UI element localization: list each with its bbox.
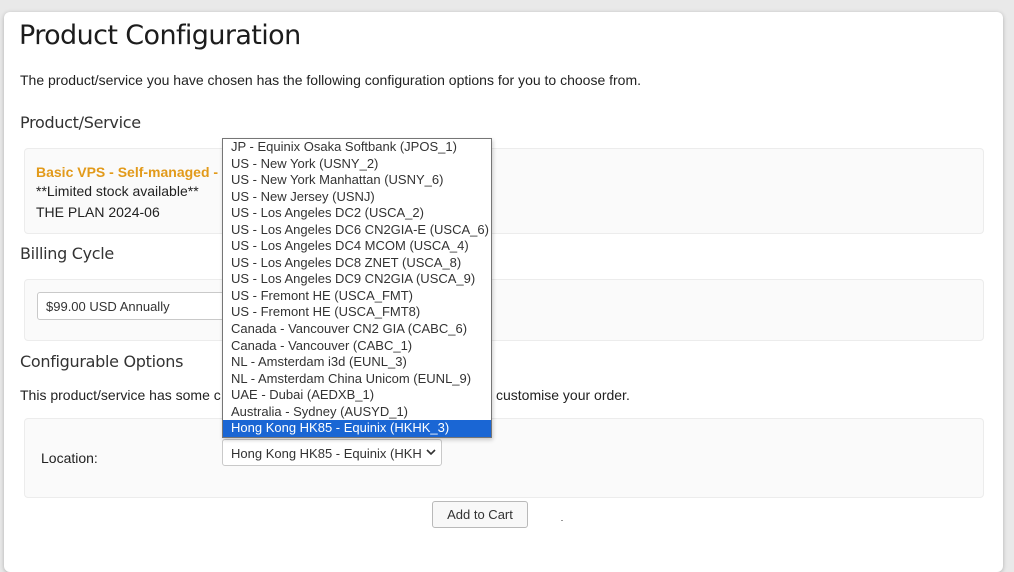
location-option[interactable]: Hong Kong HK85 - Equinix (HKHK_3) [223,420,491,437]
decorative-dot [561,520,563,521]
chevron-down-icon [426,449,436,456]
configurable-options-panel [24,418,984,498]
product-name: Basic VPS - Self-managed - [36,164,219,180]
location-option[interactable]: US - Los Angeles DC8 ZNET (USCA_8) [223,255,491,272]
location-select-value: Hong Kong HK85 - Equinix (HKH [231,446,422,461]
location-option[interactable]: US - New York (USNY_2) [223,156,491,173]
location-option[interactable]: UAE - Dubai (AEDXB_1) [223,387,491,404]
configurable-description-left: This product/service has some c [20,387,221,403]
location-option[interactable]: JP - Equinix Osaka Softbank (JPOS_1) [223,139,491,156]
configurable-options-heading: Configurable Options [20,352,184,371]
location-option[interactable]: NL - Amsterdam i3d (EUNL_3) [223,354,491,371]
product-service-heading: Product/Service [20,113,141,132]
page-title: Product Configuration [19,20,301,51]
plan-name: THE PLAN 2024-06 [36,204,160,220]
location-select[interactable]: Hong Kong HK85 - Equinix (HKH [222,439,442,466]
location-option[interactable]: US - New York Manhattan (USNY_6) [223,172,491,189]
location-option[interactable]: US - Los Angeles DC6 CN2GIA-E (USCA_6) [223,222,491,239]
billing-cycle-value: $99.00 USD Annually [46,299,170,314]
location-option[interactable]: Canada - Vancouver (CABC_1) [223,338,491,355]
location-option[interactable]: US - Fremont HE (USCA_FMT) [223,288,491,305]
location-option[interactable]: US - Los Angeles DC9 CN2GIA (USCA_9) [223,271,491,288]
location-option[interactable]: Australia - Sydney (AUSYD_1) [223,404,491,421]
location-option[interactable]: US - Los Angeles DC2 (USCA_2) [223,205,491,222]
billing-cycle-heading: Billing Cycle [20,244,114,263]
stock-note: **Limited stock available** [36,183,199,199]
intro-text: The product/service you have chosen has … [20,72,642,88]
location-option[interactable]: US - Fremont HE (USCA_FMT8) [223,304,491,321]
location-option[interactable]: Canada - Vancouver CN2 GIA (CABC_6) [223,321,491,338]
location-dropdown-list[interactable]: JP - Equinix Osaka Softbank (JPOS_1) US -… [222,138,492,438]
location-label: Location: [41,450,98,466]
location-option[interactable]: US - New Jersey (USNJ) [223,189,491,206]
location-option[interactable]: US - Los Angeles DC4 MCOM (USCA_4) [223,238,491,255]
configurable-description-right: customise your order. [496,387,630,403]
billing-cycle-select[interactable]: $99.00 USD Annually [37,292,237,320]
add-to-cart-button[interactable]: Add to Cart [432,501,528,528]
location-option[interactable]: NL - Amsterdam China Unicom (EUNL_9) [223,371,491,388]
